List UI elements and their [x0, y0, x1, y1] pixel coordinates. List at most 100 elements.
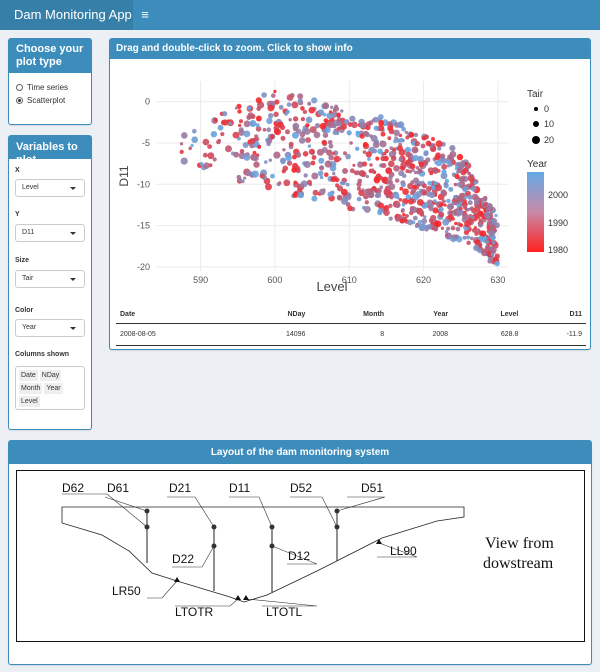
- data-point[interactable]: [349, 141, 353, 145]
- data-point[interactable]: [399, 137, 404, 143]
- data-point[interactable]: [363, 205, 371, 213]
- data-point[interactable]: [490, 252, 495, 257]
- data-point[interactable]: [311, 97, 318, 104]
- data-point[interactable]: [378, 175, 384, 181]
- data-point[interactable]: [251, 170, 259, 178]
- data-point[interactable]: [428, 206, 434, 212]
- data-point[interactable]: [459, 176, 466, 182]
- data-point[interactable]: [411, 157, 417, 162]
- data-point[interactable]: [256, 106, 261, 111]
- data-point[interactable]: [328, 143, 334, 149]
- column-chip[interactable]: Year: [44, 383, 63, 394]
- column-chip[interactable]: Level: [19, 396, 40, 407]
- data-point[interactable]: [243, 130, 251, 138]
- data-point[interactable]: [438, 203, 443, 207]
- data-point[interactable]: [351, 121, 358, 129]
- data-point[interactable]: [243, 120, 251, 128]
- data-point[interactable]: [311, 195, 318, 202]
- data-point[interactable]: [383, 152, 387, 156]
- data-point[interactable]: [386, 179, 390, 184]
- scatter-plot[interactable]: 590 600 610 620 630 0-5-10-15-20 Level D11 T…: [110, 59, 590, 304]
- data-point[interactable]: [454, 221, 458, 226]
- data-point[interactable]: [363, 130, 369, 137]
- data-point[interactable]: [342, 168, 348, 174]
- data-point[interactable]: [438, 211, 445, 218]
- data-point[interactable]: [379, 140, 387, 148]
- data-point[interactable]: [255, 97, 262, 104]
- data-point[interactable]: [413, 177, 419, 184]
- data-point[interactable]: [412, 215, 418, 221]
- data-point[interactable]: [399, 186, 404, 191]
- data-point[interactable]: [398, 157, 403, 162]
- data-point[interactable]: [324, 172, 329, 177]
- size-select[interactable]: Tair: [15, 270, 85, 288]
- data-point[interactable]: [365, 121, 372, 127]
- data-point[interactable]: [359, 161, 363, 165]
- data-point[interactable]: [436, 169, 441, 173]
- data-point[interactable]: [418, 162, 424, 168]
- data-point[interactable]: [300, 183, 305, 188]
- x-select[interactable]: Level: [15, 179, 85, 197]
- data-point[interactable]: [217, 138, 221, 143]
- data-point[interactable]: [438, 206, 444, 213]
- data-point[interactable]: [409, 163, 416, 170]
- data-point[interactable]: [293, 180, 298, 185]
- data-point[interactable]: [278, 105, 284, 110]
- data-point[interactable]: [426, 186, 432, 192]
- data-point[interactable]: [232, 131, 240, 139]
- data-point[interactable]: [268, 113, 274, 119]
- data-point[interactable]: [469, 236, 474, 241]
- data-point[interactable]: [446, 198, 451, 204]
- data-point[interactable]: [340, 188, 348, 196]
- data-point[interactable]: [449, 210, 453, 214]
- data-point[interactable]: [404, 159, 411, 166]
- data-point[interactable]: [401, 173, 407, 179]
- data-point[interactable]: [305, 123, 310, 128]
- data-point[interactable]: [303, 173, 308, 178]
- data-point[interactable]: [314, 123, 321, 129]
- data-point[interactable]: [420, 210, 425, 215]
- data-point[interactable]: [460, 169, 467, 176]
- data-point[interactable]: [308, 148, 315, 155]
- data-point[interactable]: [429, 171, 434, 176]
- data-point[interactable]: [259, 173, 265, 179]
- data-point[interactable]: [484, 213, 488, 218]
- data-point[interactable]: [408, 131, 415, 138]
- data-point[interactable]: [362, 150, 367, 154]
- data-point[interactable]: [286, 94, 294, 101]
- data-point[interactable]: [372, 116, 379, 123]
- data-point[interactable]: [292, 116, 299, 122]
- data-point[interactable]: [254, 134, 259, 139]
- data-point[interactable]: [401, 202, 406, 207]
- data-point[interactable]: [274, 128, 282, 136]
- data-point[interactable]: [393, 165, 400, 172]
- data-point[interactable]: [397, 214, 403, 220]
- data-point[interactable]: [400, 182, 406, 188]
- data-point[interactable]: [313, 131, 321, 139]
- data-point[interactable]: [462, 203, 467, 209]
- data-point[interactable]: [330, 176, 337, 183]
- data-point[interactable]: [364, 200, 369, 205]
- data-point[interactable]: [306, 179, 312, 185]
- data-point[interactable]: [267, 104, 275, 112]
- data-point[interactable]: [266, 127, 272, 133]
- data-point[interactable]: [207, 144, 212, 149]
- data-point[interactable]: [190, 143, 194, 148]
- data-point[interactable]: [448, 186, 454, 192]
- data-point[interactable]: [467, 200, 473, 206]
- data-point[interactable]: [441, 199, 446, 204]
- data-point[interactable]: [369, 163, 373, 167]
- data-point[interactable]: [322, 132, 329, 138]
- data-point[interactable]: [302, 151, 309, 157]
- data-point[interactable]: [456, 162, 461, 167]
- data-point[interactable]: [365, 175, 369, 179]
- data-point[interactable]: [335, 183, 340, 188]
- data-point[interactable]: [270, 173, 275, 179]
- data-point[interactable]: [192, 128, 197, 134]
- data-point[interactable]: [388, 175, 393, 181]
- data-point[interactable]: [355, 130, 359, 134]
- data-point[interactable]: [388, 160, 395, 168]
- data-point[interactable]: [326, 112, 333, 119]
- data-point[interactable]: [332, 171, 336, 176]
- data-point[interactable]: [220, 119, 227, 126]
